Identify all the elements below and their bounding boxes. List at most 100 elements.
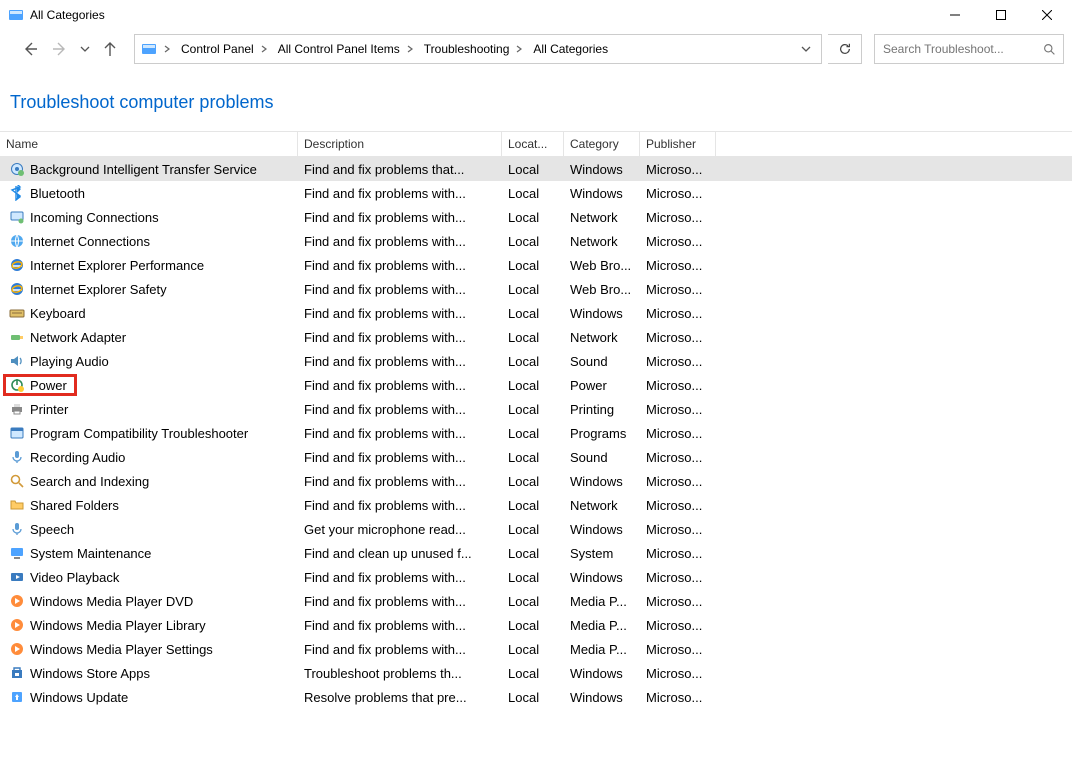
- row-description: Find and fix problems with...: [298, 474, 502, 489]
- row-category: Windows: [564, 666, 640, 681]
- forward-button[interactable]: [48, 37, 72, 61]
- row-name: Windows Store Apps: [30, 666, 150, 681]
- breadcrumb-item[interactable]: Control Panel: [175, 35, 256, 63]
- video-icon: [8, 568, 26, 586]
- up-button[interactable]: [98, 37, 122, 61]
- row-category: Windows: [564, 162, 640, 177]
- row-description: Find and fix problems with...: [298, 186, 502, 201]
- maximize-button[interactable]: [978, 0, 1024, 30]
- row-description: Find and fix problems with...: [298, 618, 502, 633]
- row-name: Incoming Connections: [30, 210, 159, 225]
- table-row[interactable]: KeyboardFind and fix problems with...Loc…: [0, 301, 1072, 325]
- row-name: Background Intelligent Transfer Service: [30, 162, 257, 177]
- row-location: Local: [502, 426, 564, 441]
- row-publisher: Microso...: [640, 498, 716, 513]
- row-category: Media P...: [564, 618, 640, 633]
- row-description: Find and fix problems with...: [298, 282, 502, 297]
- row-publisher: Microso...: [640, 666, 716, 681]
- row-description: Find and fix problems with...: [298, 402, 502, 417]
- chevron-right-icon[interactable]: [256, 35, 272, 63]
- chevron-right-icon[interactable]: [511, 35, 527, 63]
- row-description: Find and fix problems with...: [298, 450, 502, 465]
- row-name: Windows Update: [30, 690, 128, 705]
- table-row[interactable]: Video PlaybackFind and fix problems with…: [0, 565, 1072, 589]
- row-description: Find and fix problems with...: [298, 594, 502, 609]
- row-category: Web Bro...: [564, 258, 640, 273]
- table-row[interactable]: Playing AudioFind and fix problems with.…: [0, 349, 1072, 373]
- table-row[interactable]: Network AdapterFind and fix problems wit…: [0, 325, 1072, 349]
- column-header-location[interactable]: Locat...: [502, 132, 564, 156]
- row-name: Search and Indexing: [30, 474, 149, 489]
- row-name: Power: [30, 378, 67, 393]
- row-description: Troubleshoot problems th...: [298, 666, 502, 681]
- row-name: Windows Media Player Library: [30, 618, 206, 633]
- breadcrumb-item[interactable]: Troubleshooting: [418, 35, 512, 63]
- row-description: Find and fix problems with...: [298, 354, 502, 369]
- row-category: Sound: [564, 450, 640, 465]
- address-bar[interactable]: Control Panel All Control Panel Items Tr…: [134, 34, 822, 64]
- table-row[interactable]: Windows Media Player Library Find and fix…: [0, 613, 1072, 637]
- search-box[interactable]: [874, 34, 1064, 64]
- table-row[interactable]: System MaintenanceFind and clean up unus…: [0, 541, 1072, 565]
- page-title: Troubleshoot computer problems: [0, 68, 1072, 131]
- row-publisher: Microso...: [640, 522, 716, 537]
- chevron-right-icon[interactable]: [402, 35, 418, 63]
- close-button[interactable]: [1024, 0, 1070, 30]
- table-row[interactable]: Search and Indexing Find and fix problems…: [0, 469, 1072, 493]
- recent-locations-button[interactable]: [78, 37, 92, 61]
- table-row[interactable]: Windows Update Resolve problems that pre.…: [0, 685, 1072, 709]
- row-publisher: Microso...: [640, 306, 716, 321]
- mic-icon: [8, 520, 26, 538]
- search-input[interactable]: [881, 41, 1041, 57]
- back-button[interactable]: [18, 37, 42, 61]
- table-row[interactable]: Background Intelligent Transfer ServiceF…: [0, 157, 1072, 181]
- row-publisher: Microso...: [640, 426, 716, 441]
- refresh-button[interactable]: [828, 34, 862, 64]
- row-category: Web Bro...: [564, 282, 640, 297]
- breadcrumb-item[interactable]: All Categories: [527, 35, 610, 63]
- table-row[interactable]: BluetoothFind and fix problems with...Lo…: [0, 181, 1072, 205]
- wmp-icon: [8, 616, 26, 634]
- table-row[interactable]: PrinterFind and fix problems with...Loca…: [0, 397, 1072, 421]
- table-row[interactable]: Windows Store Apps Troubleshoot problems …: [0, 661, 1072, 685]
- column-header-publisher[interactable]: Publisher: [640, 132, 716, 156]
- column-header-name[interactable]: Name: [0, 132, 298, 156]
- column-header-description[interactable]: Description: [298, 132, 502, 156]
- breadcrumb-item[interactable]: All Control Panel Items: [272, 35, 402, 63]
- row-location: Local: [502, 234, 564, 249]
- row-category: Printing: [564, 402, 640, 417]
- globe-icon: [8, 232, 26, 250]
- troubleshooter-list: Name Description Locat... Category Publi…: [0, 131, 1072, 709]
- row-name: Bluetooth: [30, 186, 85, 201]
- row-description: Find and fix problems with...: [298, 498, 502, 513]
- row-publisher: Microso...: [640, 546, 716, 561]
- row-description: Resolve problems that pre...: [298, 690, 502, 705]
- column-header-category[interactable]: Category: [564, 132, 640, 156]
- location-icon: [139, 39, 159, 59]
- address-dropdown-button[interactable]: [793, 35, 819, 63]
- row-name: Recording Audio: [30, 450, 125, 465]
- table-row[interactable]: SpeechGet your microphone read...LocalWi…: [0, 517, 1072, 541]
- row-category: System: [564, 546, 640, 561]
- table-row[interactable]: Program Compatibility TroubleshooterFind…: [0, 421, 1072, 445]
- table-row[interactable]: Internet Explorer SafetyFind and fix pro…: [0, 277, 1072, 301]
- bluetooth-icon: [8, 184, 26, 202]
- table-row[interactable]: Shared FoldersFind and fix problems with…: [0, 493, 1072, 517]
- app-icon: [8, 7, 24, 23]
- table-row[interactable]: Internet Explorer PerformanceFind and fi…: [0, 253, 1072, 277]
- table-row[interactable]: Recording Audio Find and fix problems wit…: [0, 445, 1072, 469]
- table-row[interactable]: Internet ConnectionsFind and fix problem…: [0, 229, 1072, 253]
- table-row[interactable]: Incoming ConnectionsFind and fix problem…: [0, 205, 1072, 229]
- table-row[interactable]: Windows Media Player SettingsFind and fi…: [0, 637, 1072, 661]
- table-row[interactable]: PowerFind and fix problems with...LocalP…: [0, 373, 1072, 397]
- row-name: Windows Media Player DVD: [30, 594, 193, 609]
- store-icon: [8, 664, 26, 682]
- row-location: Local: [502, 546, 564, 561]
- search-icon[interactable]: [1041, 43, 1057, 56]
- chevron-right-icon[interactable]: [159, 35, 175, 63]
- row-location: Local: [502, 498, 564, 513]
- row-publisher: Microso...: [640, 354, 716, 369]
- minimize-button[interactable]: [932, 0, 978, 30]
- table-row[interactable]: Windows Media Player DVD Find and fix pro…: [0, 589, 1072, 613]
- row-location: Local: [502, 450, 564, 465]
